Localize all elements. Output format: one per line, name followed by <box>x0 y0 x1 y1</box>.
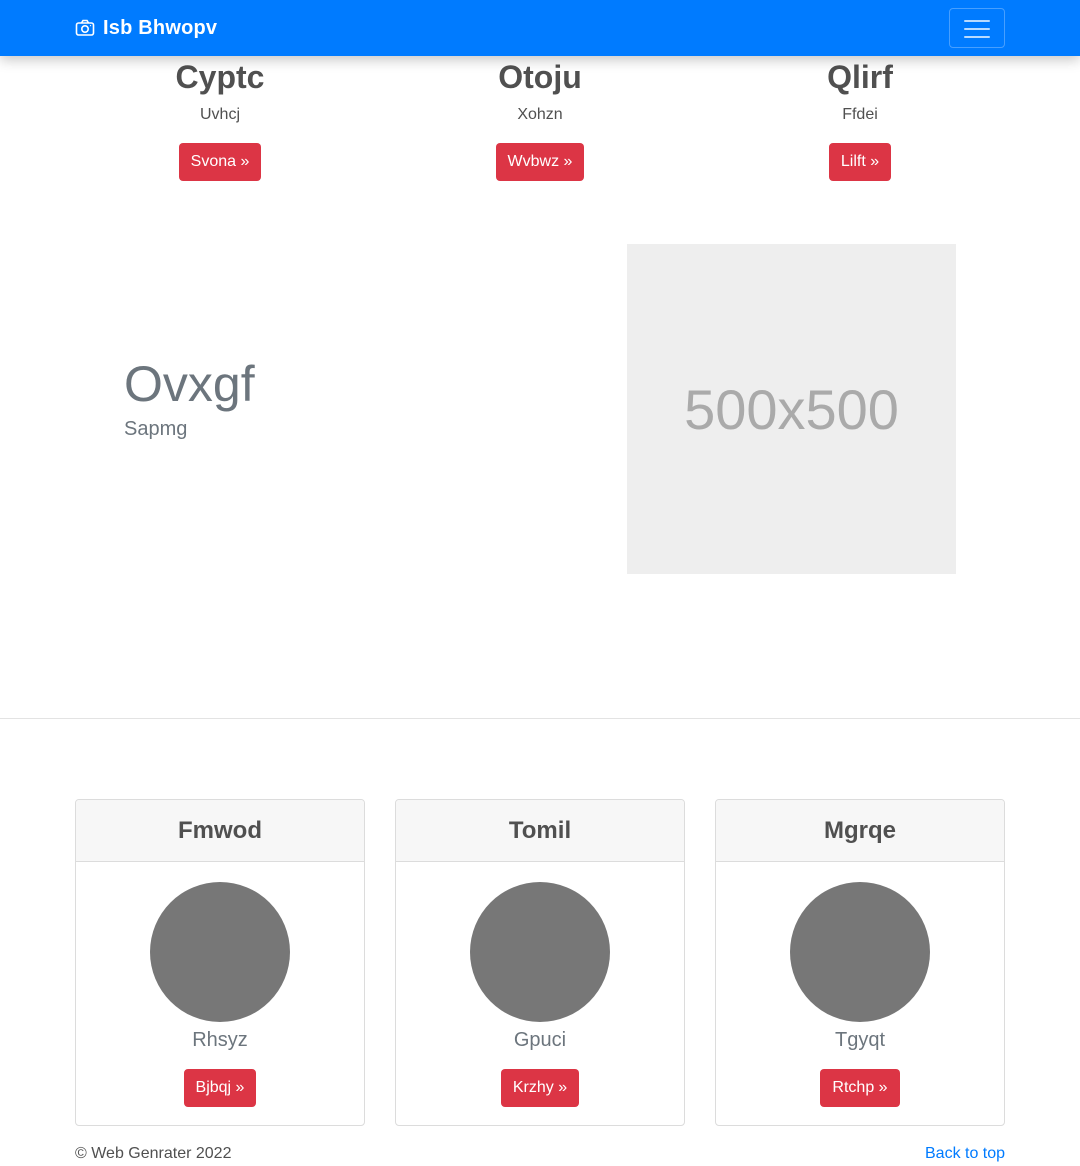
profile-card-3: Mgrqe Tgyqt Rtchp » <box>715 799 1005 1126</box>
feature-button[interactable]: Wvbwz » <box>495 143 585 181</box>
navbar: Isb Bhwopv <box>0 0 1080 56</box>
feature-column-1: Cyptc Uvhcj Svona » <box>60 58 380 181</box>
avatar <box>150 882 290 1022</box>
feature-title: Otoju <box>498 59 582 95</box>
feature-text: Xohzn <box>517 106 563 123</box>
camera-icon <box>75 19 95 36</box>
profile-card-1: Fmwod Rhsyz Bjbqj » <box>75 799 365 1126</box>
placeholder-image-label: 500x500 <box>684 377 899 441</box>
card-title: Tomil <box>508 816 572 844</box>
feature-text: Ffdei <box>842 106 878 123</box>
card-button[interactable]: Bjbqj » <box>183 1069 257 1107</box>
card-body: Tgyqt Rtchp » <box>716 882 1004 1107</box>
feature-column-3: Qlirf Ffdei Lilft » <box>700 58 1020 181</box>
feature-button[interactable]: Svona » <box>178 143 262 181</box>
card-title: Fmwod <box>178 816 262 844</box>
avatar <box>470 882 610 1022</box>
placeholder-image: 500x500 <box>627 244 956 574</box>
feature-title: Qlirf <box>827 59 893 95</box>
feature-text: Uvhcj <box>199 106 240 123</box>
feature-column-2: Otoju Xohzn Wvbwz » <box>380 58 700 181</box>
card-name: Rhsyz <box>192 1029 248 1051</box>
card-header: Mgrqe <box>716 800 1004 862</box>
card-title: Mgrqe <box>824 816 896 844</box>
card-body: Rhsyz Bjbqj » <box>76 882 364 1107</box>
navbar-toggler-button[interactable] <box>949 8 1005 48</box>
card-button[interactable]: Rtchp » <box>820 1069 900 1107</box>
card-name: Gpuci <box>513 1029 567 1051</box>
featurette-heading: Ovxgf <box>124 356 255 412</box>
avatar <box>790 882 930 1022</box>
profile-card-2: Tomil Gpuci Krzhy » <box>395 799 685 1126</box>
featurette-subheading: Sapmg <box>124 418 188 440</box>
card-button[interactable]: Krzhy » <box>500 1069 580 1107</box>
section-divider <box>0 718 1080 719</box>
card-header: Tomil <box>396 800 684 862</box>
feature-title: Cyptc <box>175 59 265 95</box>
card-header: Fmwod <box>76 800 364 862</box>
footer-copyright: © Web Genrater 2022 <box>75 1145 232 1162</box>
card-name: Tgyqt <box>834 1029 886 1051</box>
card-body: Gpuci Krzhy » <box>396 882 684 1107</box>
feature-button[interactable]: Lilft » <box>828 143 892 181</box>
hamburger-icon <box>964 20 990 22</box>
brand-link[interactable]: Isb Bhwopv <box>75 14 217 42</box>
back-to-top-link[interactable]: Back to top <box>925 1145 1005 1163</box>
brand-title: Isb Bhwopv <box>103 16 218 39</box>
